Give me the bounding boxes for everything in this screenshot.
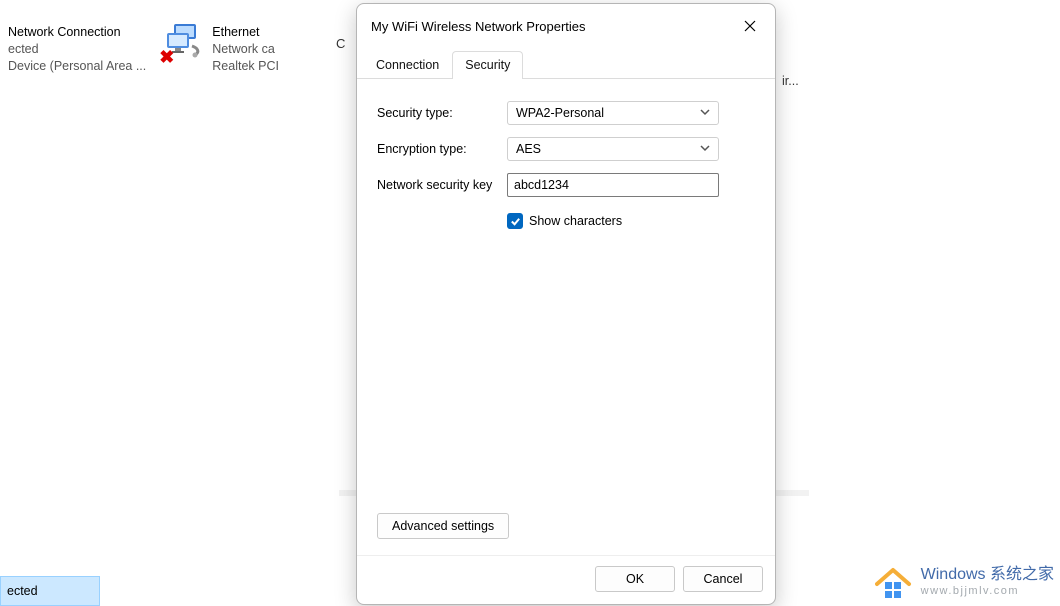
dialog-titlebar: My WiFi Wireless Network Properties [357, 4, 775, 46]
watermark-line2: www.bjjmlv.com [921, 585, 1054, 598]
encryption-type-label: Encryption type: [377, 142, 507, 156]
dialog-title: My WiFi Wireless Network Properties [371, 19, 586, 34]
eth-sub2: Realtek PCI [212, 58, 279, 75]
tab-strip: Connection Security [357, 46, 775, 79]
network-connection-item[interactable]: Network Connection ected Device (Persona… [0, 20, 154, 79]
security-type-value: WPA2-Personal [516, 106, 604, 120]
advanced-settings-button[interactable]: Advanced settings [377, 513, 509, 539]
cancel-button[interactable]: Cancel [683, 566, 763, 592]
cancel-label: Cancel [704, 572, 743, 586]
close-button[interactable] [735, 12, 765, 40]
security-type-select[interactable]: WPA2-Personal [507, 101, 719, 125]
nc-sub1: ected [8, 41, 146, 58]
watermark: Windows 系统之家 www.bjjmlv.com [873, 562, 1054, 602]
dialog-footer: OK Cancel [357, 555, 775, 604]
chevron-down-icon [700, 142, 710, 156]
partial-c: C [336, 36, 345, 51]
tab-connection-label: Connection [376, 58, 439, 72]
windows-house-icon [873, 562, 913, 602]
tab-connection[interactable]: Connection [363, 51, 452, 79]
selected-item-fragment[interactable]: ected [0, 576, 100, 606]
advanced-settings-label: Advanced settings [392, 519, 494, 533]
tab-security-label: Security [465, 58, 510, 72]
security-type-row: Security type: WPA2-Personal [377, 101, 755, 125]
selected-fragment-text: ected [7, 584, 38, 598]
show-characters-label[interactable]: Show characters [529, 214, 622, 228]
show-characters-row: Show characters [507, 213, 755, 229]
tab-security[interactable]: Security [452, 51, 523, 79]
dialog-content: Security type: WPA2-Personal Encryption … [357, 79, 775, 555]
encryption-type-select[interactable]: AES [507, 137, 719, 161]
watermark-line1: Windows 系统之家 [921, 566, 1054, 584]
eth-sub1: Network ca [212, 41, 279, 58]
close-icon [744, 20, 756, 32]
encryption-type-value: AES [516, 142, 541, 156]
disabled-x-icon: ✖ [159, 47, 176, 64]
encryption-type-row: Encryption type: AES [377, 137, 755, 161]
eth-title: Ethernet [212, 24, 279, 41]
ok-button[interactable]: OK [595, 566, 675, 592]
show-characters-checkbox[interactable] [507, 213, 523, 229]
security-type-label: Security type: [377, 106, 507, 120]
nc-sub2: Device (Personal Area ... [8, 58, 146, 75]
right-truncated-text: ir... [782, 74, 799, 88]
ok-label: OK [626, 572, 644, 586]
network-key-label: Network security key [377, 178, 507, 192]
check-icon [510, 216, 521, 227]
network-key-row: Network security key [377, 173, 755, 197]
ethernet-item[interactable]: ✖ Ethernet Network ca Realtek PCI [154, 20, 287, 79]
ethernet-icon: ✖ [162, 24, 206, 60]
network-key-input[interactable] [507, 173, 719, 197]
nc-title: Network Connection [8, 24, 146, 41]
chevron-down-icon [700, 106, 710, 120]
wifi-properties-dialog: My WiFi Wireless Network Properties Conn… [356, 3, 776, 605]
